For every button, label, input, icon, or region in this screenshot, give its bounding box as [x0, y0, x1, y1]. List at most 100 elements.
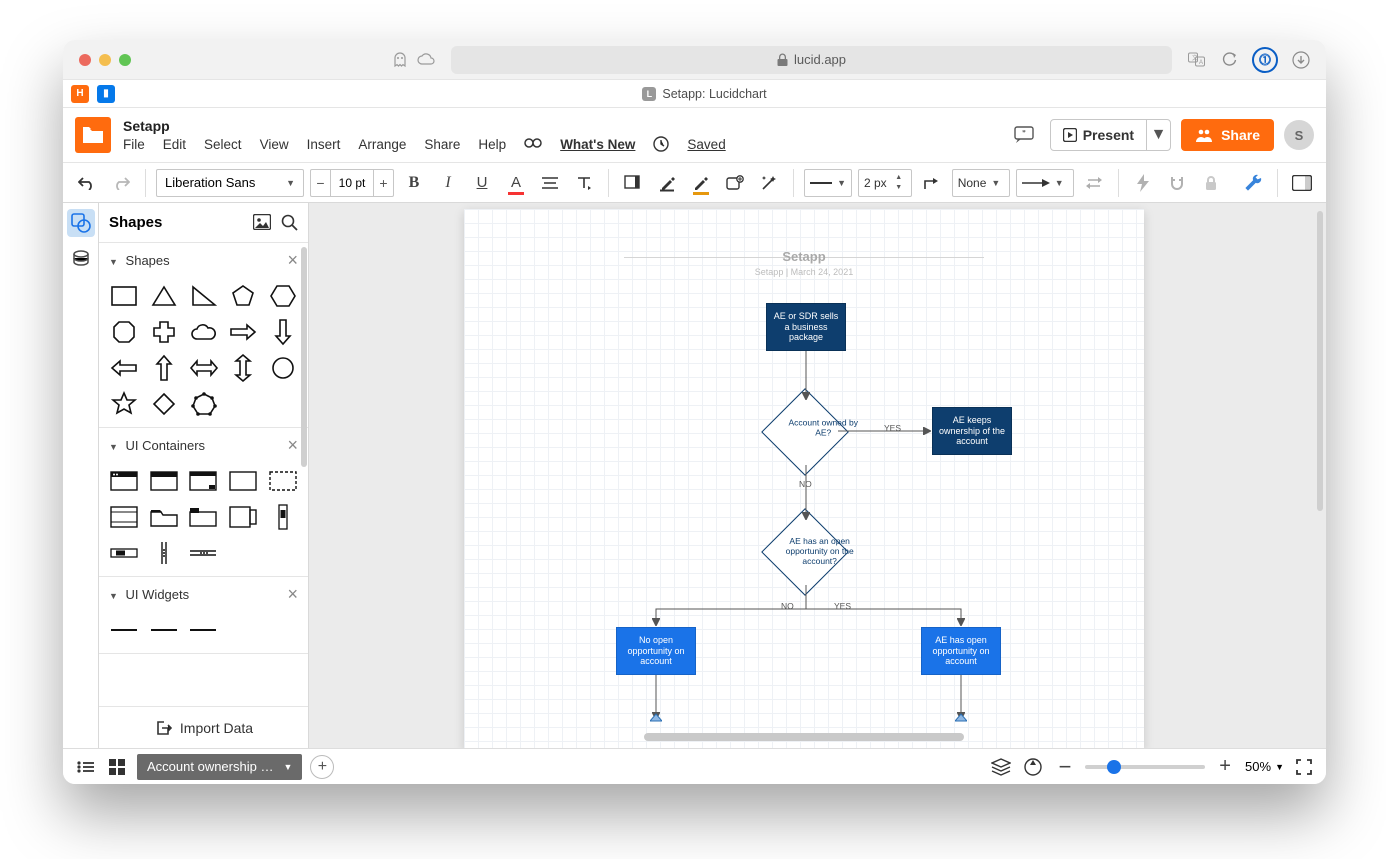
font-color-icon[interactable]: A	[502, 169, 530, 197]
saved-status[interactable]: Saved	[687, 137, 725, 152]
uic-card[interactable]	[228, 504, 258, 530]
uic-browser[interactable]	[109, 468, 139, 494]
shape-circle[interactable]	[268, 355, 298, 381]
reload-icon[interactable]	[1220, 51, 1238, 69]
whats-new-link[interactable]: What's New	[560, 137, 635, 152]
1password-icon[interactable]: ⓵	[1252, 47, 1278, 73]
uiw-1[interactable]	[109, 617, 139, 643]
shape-arrow-up[interactable]	[149, 355, 179, 381]
section-close-icon[interactable]: ×	[287, 435, 298, 456]
bold-icon[interactable]: B	[400, 169, 428, 197]
import-data-button[interactable]: Import Data	[99, 706, 308, 748]
layers-icon[interactable]	[989, 755, 1013, 779]
shape-octagon[interactable]	[109, 319, 139, 345]
menu-select[interactable]: Select	[204, 137, 242, 152]
panels-icon[interactable]	[1288, 169, 1316, 197]
menu-view[interactable]: View	[260, 137, 289, 152]
font-size-stepper[interactable]: − 10 pt +	[310, 169, 394, 197]
canvas-scrollbar[interactable]	[1317, 211, 1323, 511]
wrench-icon[interactable]	[1239, 169, 1267, 197]
font-size-value[interactable]: 10 pt	[331, 170, 373, 196]
shape-diamond[interactable]	[149, 391, 179, 417]
rail-data-icon[interactable]	[67, 245, 95, 273]
maximize-window-icon[interactable]	[119, 54, 131, 66]
url-bar[interactable]: lucid.app	[451, 46, 1172, 74]
add-page-button[interactable]: +	[310, 755, 334, 779]
uiw-2[interactable]	[149, 617, 179, 643]
shape-arrow-left[interactable]	[109, 355, 139, 381]
shape-options-icon[interactable]	[721, 169, 749, 197]
handle-right[interactable]	[955, 713, 967, 723]
shape-arrow-lr[interactable]	[189, 355, 219, 381]
flash-icon[interactable]	[1129, 169, 1157, 197]
uic-splitter-h[interactable]	[189, 540, 219, 566]
shape-arrow-ud[interactable]	[229, 355, 259, 381]
section-close-icon[interactable]: ×	[287, 250, 298, 271]
redo-icon[interactable]	[107, 169, 135, 197]
fill-color-icon[interactable]	[619, 169, 647, 197]
undo-icon[interactable]	[73, 169, 101, 197]
grid-icon[interactable]	[105, 755, 129, 779]
zoom-out-icon[interactable]: −	[1053, 755, 1077, 779]
uic-splitter-v[interactable]	[149, 540, 179, 566]
uic-window[interactable]	[149, 468, 179, 494]
shape-arrow-down[interactable]	[268, 319, 298, 345]
menu-file[interactable]: File	[123, 137, 145, 152]
fullscreen-icon[interactable]	[1292, 755, 1316, 779]
section-uic-header[interactable]: ▼ UI Containers ×	[99, 428, 308, 462]
font-family-select[interactable]: Liberation Sans▼	[156, 169, 304, 197]
uic-scrollbar-v[interactable]	[268, 504, 298, 530]
align-icon[interactable]	[536, 169, 564, 197]
shape-arrow-right[interactable]	[229, 319, 259, 345]
menu-help[interactable]: Help	[478, 137, 506, 152]
border-color-icon[interactable]	[653, 169, 681, 197]
downloads-icon[interactable]	[1292, 51, 1310, 69]
menu-edit[interactable]: Edit	[163, 137, 186, 152]
line-style-select[interactable]: ▼	[804, 169, 852, 197]
shape-right-triangle[interactable]	[189, 283, 219, 309]
horizontal-scrollbar[interactable]	[644, 733, 964, 741]
line-routing-icon[interactable]	[918, 169, 946, 197]
font-size-decrease[interactable]: −	[311, 170, 331, 196]
menu-arrange[interactable]: Arrange	[358, 137, 406, 152]
present-button[interactable]: Present	[1051, 120, 1146, 150]
close-window-icon[interactable]	[79, 54, 91, 66]
menu-share[interactable]: Share	[424, 137, 460, 152]
share-button[interactable]: Share	[1181, 119, 1274, 151]
document-title[interactable]: Setapp	[123, 118, 996, 134]
zoom-value[interactable]: 50%▼	[1245, 759, 1284, 774]
magnet-icon[interactable]	[1163, 169, 1191, 197]
magic-icon[interactable]	[755, 169, 783, 197]
uic-tab-folder[interactable]	[189, 504, 219, 530]
shape-triangle[interactable]	[149, 283, 179, 309]
font-size-increase[interactable]: +	[373, 170, 393, 196]
cloud-icon[interactable]	[417, 51, 435, 69]
document-page[interactable]: Setapp Setapp | March 24, 2021 AE or SDR…	[464, 209, 1144, 748]
shape-cloud[interactable]	[189, 319, 219, 345]
search-icon[interactable]	[281, 214, 298, 231]
outline-icon[interactable]	[73, 755, 97, 779]
underline-icon[interactable]: U	[468, 169, 496, 197]
pinned-tab-2[interactable]: ▮	[97, 85, 115, 103]
line-end-select[interactable]: ▼	[1016, 169, 1074, 197]
pinned-tab-1[interactable]: H	[71, 85, 89, 103]
shape-cross[interactable]	[149, 319, 179, 345]
shapes-panel-scroll[interactable]: ▼ Shapes ×	[99, 243, 308, 706]
shape-rectangle[interactable]	[109, 283, 139, 309]
section-shapes-header[interactable]: ▼ Shapes ×	[99, 243, 308, 277]
uic-scrollbar-h[interactable]	[109, 540, 139, 566]
user-avatar[interactable]: S	[1284, 120, 1314, 150]
find-icon[interactable]	[524, 137, 542, 151]
shape-pentagon[interactable]	[229, 283, 259, 309]
present-dropdown[interactable]: ▼	[1146, 120, 1170, 150]
text-options-icon[interactable]	[570, 169, 598, 197]
shape-hexagon[interactable]	[268, 283, 298, 309]
translate-icon[interactable]: 文A	[1188, 51, 1206, 69]
ghost-icon[interactable]	[391, 51, 409, 69]
menu-insert[interactable]: Insert	[307, 137, 341, 152]
panel-scrollbar[interactable]	[301, 247, 307, 467]
uiw-3[interactable]	[189, 617, 219, 643]
lock-icon[interactable]	[1197, 169, 1225, 197]
comments-icon[interactable]: ❞	[1008, 120, 1040, 150]
uic-folder[interactable]	[149, 504, 179, 530]
